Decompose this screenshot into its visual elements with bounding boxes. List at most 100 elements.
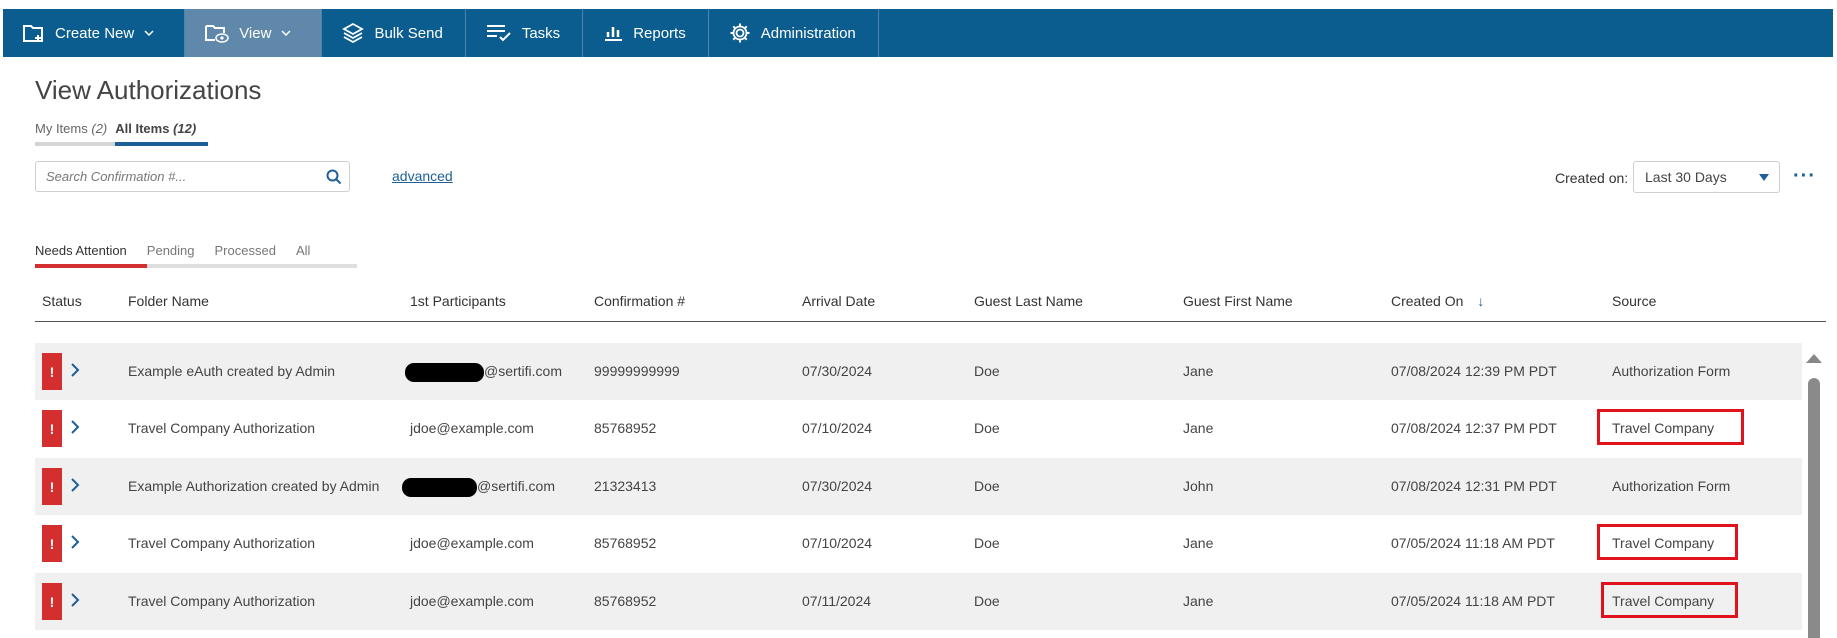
advanced-search-link[interactable]: advanced — [392, 168, 453, 184]
source: Authorization Form — [1612, 478, 1731, 494]
guest-first-name: Jane — [1183, 535, 1214, 551]
column-header-arrival-date[interactable]: Arrival Date — [802, 293, 875, 309]
page-title: View Authorizations — [35, 75, 262, 105]
column-header-created-on-label: Created On — [1391, 293, 1464, 309]
created-on-dropdown[interactable]: Last 30 Days — [1633, 161, 1780, 193]
source: Authorization Form — [1612, 363, 1731, 379]
tab-all-items[interactable]: All Items (12) — [115, 121, 209, 146]
folder-plus-icon — [23, 25, 43, 42]
participant: @sertifi.com — [405, 363, 562, 382]
column-header-confirmation[interactable]: Confirmation # — [594, 293, 685, 309]
column-header-source[interactable]: Source — [1612, 293, 1656, 309]
guest-last-name: Doe — [974, 535, 1000, 551]
column-header-created-on[interactable]: Created On ↓ — [1391, 293, 1484, 309]
chevron-right-icon[interactable] — [70, 592, 80, 608]
table-row[interactable]: ! Example Authorization created by Admin… — [35, 458, 1802, 515]
guest-last-name: Doe — [974, 420, 1000, 436]
tab-needs-attention[interactable]: Needs Attention — [35, 243, 147, 268]
nav-view[interactable]: View — [185, 9, 323, 57]
tab-my-items-label: My Items — [35, 121, 88, 136]
column-header-status[interactable]: Status — [42, 293, 82, 309]
folder-name: Travel Company Authorization — [128, 420, 316, 436]
created-on: 07/05/2024 11:18 AM PDT — [1391, 593, 1555, 609]
guest-last-name: Doe — [974, 478, 1000, 494]
table-row[interactable]: ! Travel Company Authorization jdoe@exam… — [35, 400, 1802, 457]
participant: jdoe@example.com — [410, 420, 534, 436]
chevron-right-icon[interactable] — [70, 419, 80, 435]
scrollbar-thumb[interactable] — [1808, 378, 1820, 638]
created-on-value: Last 30 Days — [1645, 169, 1727, 185]
folder-eye-icon — [205, 25, 229, 43]
more-options-icon[interactable]: ··· — [1793, 165, 1816, 188]
nav-administration-label: Administration — [760, 24, 856, 42]
arrival-date: 07/11/2024 — [802, 593, 872, 609]
column-header-guest-last-name[interactable]: Guest Last Name — [974, 293, 1083, 309]
tab-my-items-count: (2) — [91, 121, 108, 136]
folder-name: Travel Company Authorization — [128, 593, 316, 609]
nav-tasks[interactable]: Tasks — [466, 9, 584, 57]
column-header-guest-first-name[interactable]: Guest First Name — [1183, 293, 1293, 309]
confirmation-number: 85768952 — [594, 593, 657, 609]
guest-first-name: Jane — [1183, 593, 1214, 609]
attention-badge: ! — [42, 410, 62, 447]
bar-chart-icon — [605, 27, 623, 41]
nav-reports[interactable]: Reports — [583, 9, 709, 57]
source: Travel Company — [1612, 535, 1715, 551]
table-header: Status Folder Name 1st Participants Conf… — [35, 288, 1826, 322]
created-on: 07/08/2024 12:31 PM PDT — [1391, 478, 1557, 494]
column-header-folder-name[interactable]: Folder Name — [128, 293, 209, 309]
status-tabs: Needs Attention Pending Processed All — [35, 243, 357, 268]
chevron-down-icon — [281, 30, 291, 36]
attention-badge: ! — [42, 583, 62, 620]
layers-icon — [342, 22, 365, 44]
participant: @sertifi.com — [402, 478, 555, 497]
guest-first-name: Jane — [1183, 420, 1214, 436]
attention-badge: ! — [42, 525, 62, 562]
chevron-right-icon[interactable] — [70, 477, 80, 493]
participant: jdoe@example.com — [410, 535, 534, 551]
tab-processed[interactable]: Processed — [215, 243, 276, 264]
table-row[interactable]: ! Travel Company Authorization jdoe@exam… — [35, 515, 1802, 572]
confirmation-number: 21323413 — [594, 478, 657, 494]
confirmation-number: 85768952 — [594, 535, 657, 551]
tab-my-items[interactable]: My Items (2) — [35, 121, 116, 146]
confirmation-number: 99999999999 — [594, 363, 680, 379]
guest-first-name: Jane — [1183, 363, 1214, 379]
arrival-date: 07/30/2024 — [802, 478, 873, 494]
top-navigation: Create New View Bulk Send Tasks Reports … — [3, 9, 1833, 57]
gear-icon — [730, 23, 750, 43]
sort-down-icon: ↓ — [1477, 293, 1485, 309]
scroll-up-arrow-icon[interactable] — [1806, 354, 1822, 363]
guest-last-name: Doe — [974, 363, 1000, 379]
vertical-scrollbar[interactable] — [1806, 354, 1822, 638]
nav-reports-label: Reports — [633, 24, 686, 42]
tab-pending[interactable]: Pending — [147, 243, 195, 264]
tab-all-items-count: (12) — [173, 121, 197, 136]
nav-view-label: View — [239, 24, 272, 42]
tab-all[interactable]: All — [296, 243, 310, 264]
nav-create-new[interactable]: Create New — [3, 9, 186, 57]
source: Travel Company — [1612, 420, 1715, 436]
attention-badge: ! — [42, 468, 62, 505]
nav-bulk-send[interactable]: Bulk Send — [322, 9, 466, 57]
table-row[interactable]: ! Travel Company Authorization jdoe@exam… — [35, 573, 1802, 630]
confirmation-number: 85768952 — [594, 420, 657, 436]
folder-name: Travel Company Authorization — [128, 535, 316, 551]
created-on-label: Created on: — [1555, 170, 1629, 186]
nav-tasks-label: Tasks — [521, 24, 561, 42]
search-box — [35, 161, 350, 192]
search-input[interactable] — [36, 162, 319, 191]
search-icon[interactable] — [319, 169, 349, 185]
chevron-right-icon[interactable] — [70, 362, 80, 378]
dropdown-arrow-icon — [1759, 174, 1769, 181]
table-row[interactable]: ! Example eAuth created by Admin @sertif… — [35, 343, 1802, 400]
nav-create-new-label: Create New — [55, 24, 135, 42]
column-header-participants[interactable]: 1st Participants — [410, 293, 506, 309]
chevron-down-icon — [144, 30, 154, 36]
tab-all-items-label: All Items — [115, 121, 170, 136]
chevron-right-icon[interactable] — [70, 534, 80, 550]
folder-name: Example eAuth created by Admin — [128, 363, 336, 379]
created-on: 07/08/2024 12:39 PM PDT — [1391, 363, 1557, 379]
nav-administration[interactable]: Administration — [709, 9, 879, 57]
source: Travel Company — [1612, 593, 1715, 609]
